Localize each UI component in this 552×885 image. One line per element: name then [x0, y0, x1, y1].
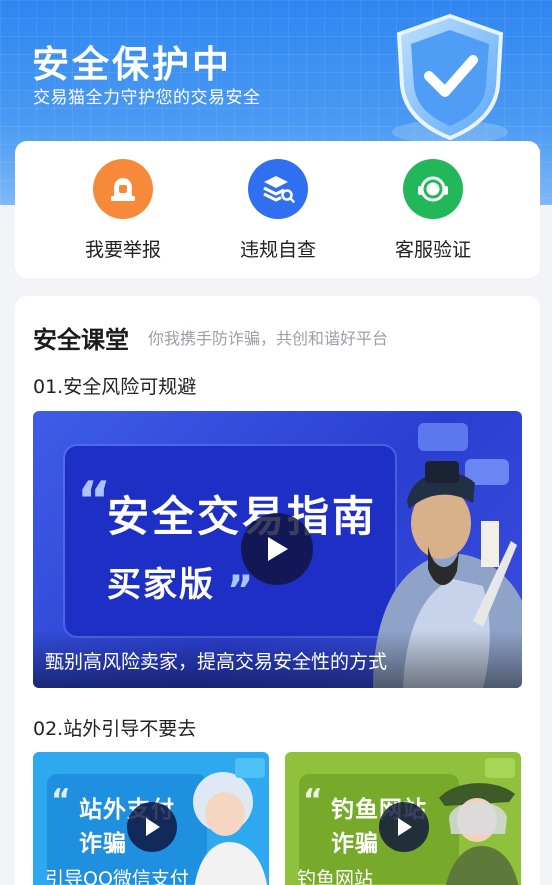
safety-class-card: 安全课堂 你我携手防诈骗，共创和谐好平台 01.安全风险可规避 “ 安全交易指南… — [15, 296, 540, 885]
play-icon — [146, 818, 160, 836]
hero-subtitle: 交易猫全力守护您的交易安全 — [33, 88, 261, 108]
quote-open-icon: “ — [51, 783, 71, 818]
report-button[interactable]: 我要举报 — [63, 159, 183, 262]
headset-icon — [403, 159, 463, 219]
video-card-phishing-site[interactable]: “ 钓鱼网站 诈骗 钓鱼网站 — [285, 752, 521, 885]
support-verify-button[interactable]: 客服验证 — [373, 159, 493, 262]
video-title-line2: 诈骗 — [79, 831, 127, 857]
video-card-offsite-payment[interactable]: “ 站外支付 诈骗 引导QQ微信支付 — [33, 752, 269, 885]
video-title-line2: 买家版 — [107, 565, 215, 605]
video-caption: 甄别高风险卖家，提高交易安全性的方式 — [45, 651, 388, 673]
video-caption: 钓鱼网站 — [297, 868, 374, 885]
layers-search-icon — [248, 159, 308, 219]
play-button[interactable] — [379, 802, 429, 852]
video-title-line2: 诈骗 — [331, 831, 379, 857]
shield-check-icon — [392, 13, 508, 144]
self-check-label: 违规自查 — [239, 239, 316, 261]
chat-bubble-icon — [418, 423, 468, 451]
self-check-button[interactable]: 违规自查 — [218, 159, 338, 262]
character-tag — [481, 521, 499, 567]
quick-actions-card: 我要举报 违规自查 客服验证 — [15, 141, 540, 278]
lesson-heading-2: 02.站外引导不要去 — [33, 718, 197, 740]
play-icon — [268, 537, 288, 561]
section-title: 安全课堂 — [33, 326, 129, 354]
section-subtitle: 你我携手防诈骗，共创和谐好平台 — [148, 329, 389, 348]
hero-title: 安全保护中 — [32, 43, 232, 86]
alarm-icon — [93, 159, 153, 219]
play-icon — [398, 818, 412, 836]
play-button[interactable] — [127, 802, 177, 852]
quote-open-icon: “ — [303, 783, 323, 818]
video-card-trade-guide[interactable]: “ 安全交易指南 买家版 ” 甄别高风险卖家，提高交易安全性的方式 — [33, 411, 522, 688]
quote-close-icon: ” — [227, 568, 254, 614]
play-button[interactable] — [241, 513, 313, 585]
lesson-heading-1: 01.安全风险可规避 — [33, 376, 197, 398]
character-illustration — [439, 758, 519, 885]
report-label: 我要举报 — [84, 239, 161, 261]
support-verify-label: 客服验证 — [394, 239, 471, 261]
video-caption: 引导QQ微信支付 — [45, 868, 189, 885]
